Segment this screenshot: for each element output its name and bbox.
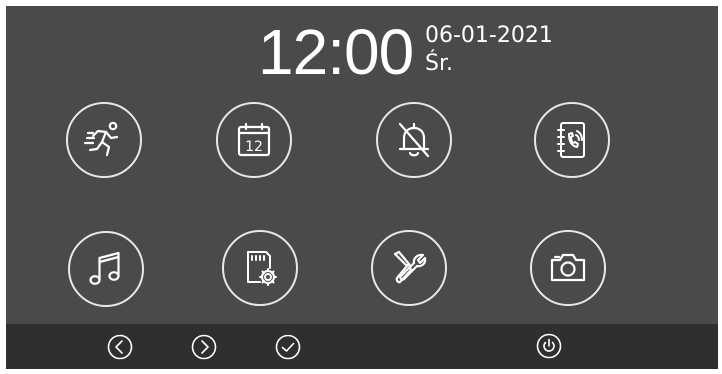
- date-label: 06-01-2021: [425, 23, 553, 48]
- bottom-navigation-bar: [6, 324, 718, 369]
- intercom-phonebook-button[interactable]: [534, 102, 610, 178]
- sd-card-settings-icon: [247, 251, 277, 286]
- chevron-left-icon: [107, 334, 133, 360]
- device-screen: 12:00 06-01-2021 Śr. 12: [6, 6, 718, 369]
- bell-off-icon: [398, 122, 430, 158]
- tools-settings-button[interactable]: [371, 230, 447, 306]
- wrench-screwdriver-icon: [393, 250, 427, 284]
- chevron-right-icon: [191, 334, 217, 360]
- confirm-button[interactable]: [275, 334, 301, 360]
- weekday-label: Śr.: [425, 51, 453, 76]
- next-button[interactable]: [191, 334, 217, 360]
- running-person-icon: [83, 121, 119, 157]
- calendar-icon: 12: [237, 122, 271, 157]
- calendar-button[interactable]: 12: [216, 102, 292, 178]
- clock-time: 12:00: [258, 16, 414, 88]
- calendar-icon-day: 12: [245, 139, 263, 155]
- previous-button[interactable]: [107, 334, 133, 360]
- memory-card-settings-button[interactable]: [222, 230, 298, 306]
- music-note-icon: [89, 251, 120, 285]
- do-not-disturb-button[interactable]: [376, 102, 452, 178]
- snapshot-button[interactable]: [530, 230, 606, 306]
- motion-detection-button[interactable]: [66, 102, 142, 178]
- phonebook-icon: [557, 122, 585, 158]
- power-icon: [536, 333, 562, 359]
- camera-icon: [550, 253, 586, 282]
- power-button[interactable]: [536, 333, 562, 359]
- checkmark-icon: [275, 334, 301, 360]
- ringtone-button[interactable]: [68, 231, 144, 307]
